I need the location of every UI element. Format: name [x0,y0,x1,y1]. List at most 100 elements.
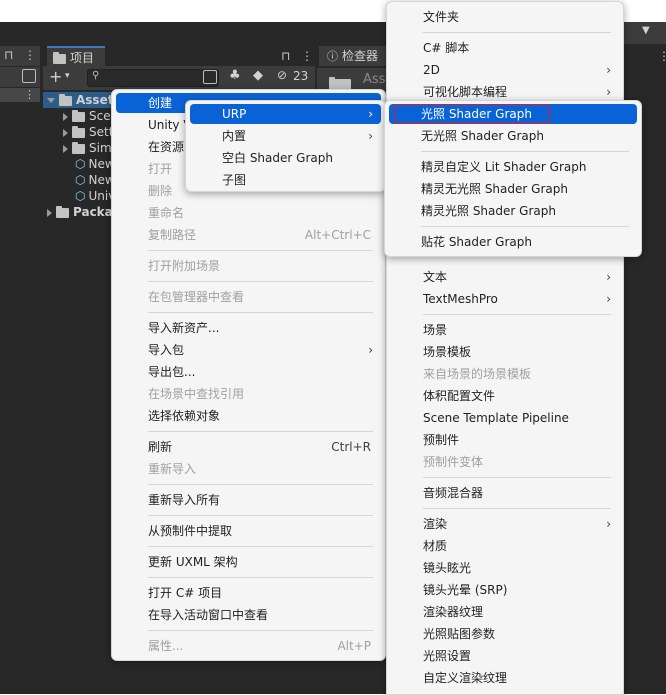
menu-item-label: 复制路径 [148,228,197,242]
menu-separator [421,226,629,227]
menu-item-import-new-asset[interactable]: 导入新资产... [116,318,381,338]
menu-item-properties[interactable]: 属性... Alt+P [116,636,381,656]
menu-item-scene-template-from-scene[interactable]: 来自场景的场景模板 [391,364,619,384]
menu-item-label: 镜头眩光 [423,561,472,575]
menu-item-label: 刷新 [148,440,173,454]
chevron-down-icon: ▼ [642,25,650,36]
menu-item-custom-render-texture[interactable]: 自定义渲染纹理 [391,668,619,688]
tree-item-packages[interactable]: Packa [47,204,113,220]
tab-inspector[interactable]: ⓘ 检查器 [319,46,389,66]
menu-item-prefab-variant[interactable]: 预制件变体 [391,452,619,472]
menu-item-label: 精灵自定义 Lit Shader Graph [421,160,587,174]
menu-item-open-csharp-project[interactable]: 打开 C# 项目 [116,583,381,603]
search-by-type-icon[interactable] [203,70,217,84]
menu-separator [148,281,373,282]
menu-item-label: 重新导入所有 [148,493,221,507]
left-panel-tab-bar: ⊓ ⋮ [0,46,40,66]
menu-item-label: 场景 [423,323,448,337]
menu-item-import-package[interactable]: 导入包 › [116,340,381,360]
expand-arrow-icon[interactable] [47,208,52,217]
menu-item-copy-path[interactable]: 复制路径 Alt+Ctrl+C [116,225,381,245]
menu-item-text[interactable]: 文本 › [391,267,619,287]
menu-item-reimport[interactable]: 重新导入 [116,459,381,479]
menu-item-lens-flare[interactable]: 镜头眩光 [391,558,619,578]
project-toolbar: + ▾ ⚲ ♣ ◆ ⊘ 23 [43,66,315,90]
asset-cube-icon: ⬡ [75,189,86,203]
menu-item-audio-mixer[interactable]: 音频混合器 [391,483,619,503]
menu-item-update-uxml-schema[interactable]: 更新 UXML 架构 [116,552,381,572]
expand-arrow-icon[interactable] [63,144,68,153]
lock-icon[interactable]: ⊓ [4,48,13,62]
chevron-down-icon[interactable]: ▾ [65,71,70,81]
asset-cube-icon: ⬡ [75,173,86,187]
menu-item-export-package[interactable]: 导出包... [116,362,381,382]
menu-item-folder[interactable]: 文件夹 [391,7,619,27]
menu-item-builtin[interactable]: 内置 › [190,126,381,146]
label-icon[interactable]: ◆ [253,68,263,83]
menu-item-rename[interactable]: 重命名 [116,203,381,223]
add-icon[interactable]: + [49,67,62,86]
tree-item-universal[interactable]: ⬡ Univ [75,188,115,204]
menu-item-refresh[interactable]: 刷新 Ctrl+R [116,437,381,457]
search-input[interactable]: ⚲ [87,69,219,87]
menu-item-2d[interactable]: 2D › [391,60,619,80]
folder-icon [53,51,66,64]
expand-arrow-icon[interactable] [63,112,68,121]
menu-item-find-references[interactable]: 在场景中查找引用 [116,384,381,404]
menu-item-label: 在包管理器中查看 [148,290,245,304]
menu-item-decal-shader-graph[interactable]: 贴花 Shader Graph [389,232,637,252]
menu-item-reimport-all[interactable]: 重新导入所有 [116,490,381,510]
tree-item-scenes[interactable]: Scen [63,108,118,124]
menu-item-prefab[interactable]: 预制件 [391,430,619,450]
menu-item-label: 在场景中查找引用 [148,387,245,401]
menu-item-sprite-custom-lit-shader-graph[interactable]: 精灵自定义 Lit Shader Graph [389,157,637,177]
menu-item-lighting-settings[interactable]: 光照设置 [391,646,619,666]
more-options-icon[interactable]: ⋮ [24,88,35,101]
menu-item-scene-template[interactable]: 场景模板 [391,342,619,362]
menu-separator [423,477,611,478]
menu-item-urp[interactable]: URP › [190,104,381,124]
menu-item-textmeshpro[interactable]: TextMeshPro › [391,289,619,309]
expand-arrow-icon[interactable] [47,98,55,103]
menu-item-label: 音频混合器 [423,486,484,500]
menu-item-render-texture[interactable]: 渲染器纹理 [391,602,619,622]
menu-item-sprite-unlit-shader-graph[interactable]: 精灵无光照 Shader Graph [389,179,637,199]
menu-item-label: 导出包... [148,365,196,379]
menu-item-volume-profile[interactable]: 体积配置文件 [391,386,619,406]
menu-item-subgraph[interactable]: 子图 [190,170,381,190]
menu-item-lit-shader-graph[interactable]: 光照 Shader Graph [389,104,637,124]
shortcut-text: Alt+P [337,639,371,653]
more-options-icon[interactable]: ⋮ [24,48,36,62]
more-options-icon[interactable]: ⋮ [301,49,313,63]
menu-item-view-in-package-manager[interactable]: 在包管理器中查看 [116,287,381,307]
menu-item-select-dependencies[interactable]: 选择依赖对象 [116,406,381,426]
tab-project[interactable]: 项目 [47,46,105,68]
menu-item-view-in-import-activity[interactable]: 在导入活动窗口中查看 [116,605,381,625]
menu-item-lens-flare-srp[interactable]: 镜头光晕 (SRP) [391,580,619,600]
menu-item-material[interactable]: 材质 [391,536,619,556]
menu-item-label: 内置 [222,129,247,143]
menu-item-sprite-lit-shader-graph[interactable]: 精灵光照 Shader Graph [389,201,637,221]
tree-item-settings[interactable]: Setti [63,124,117,140]
menu-item-csharp-script[interactable]: C# 脚本 [391,38,619,58]
expand-arrow-icon[interactable] [63,128,68,137]
more-options-icon[interactable]: ⋮ [658,49,666,63]
menu-item-scene[interactable]: 场景 [391,320,619,340]
menu-item-unlit-shader-graph[interactable]: 无光照 Shader Graph [389,126,637,146]
menu-item-extract-from-prefab[interactable]: 从预制件中提取 [116,521,381,541]
filter-type-icon[interactable]: ♣ [229,68,241,83]
menu-item-lightmap-parameters[interactable]: 光照贴图参数 [391,624,619,644]
menu-item-open-additive-scene[interactable]: 打开附加场景 [116,256,381,276]
menu-item-rendering[interactable]: 渲染 › [391,514,619,534]
lock-icon[interactable]: ⊓ [281,49,290,63]
layout-dropdown[interactable]: ▼ [622,22,666,44]
menu-item-label: 2D [423,63,440,77]
menu-item-label: 从预制件中提取 [148,524,233,538]
menu-item-blank-shader-graph[interactable]: 空白 Shader Graph [190,148,381,168]
hidden-eye-icon[interactable]: ⊘ [277,68,287,82]
tree-item-new-2[interactable]: ⬡ New [75,172,115,188]
menu-item-visual-scripting[interactable]: 可视化脚本编程 › [391,82,619,102]
tree-item-new-1[interactable]: ⬡ New [75,156,115,172]
view-toggle-icon[interactable] [22,69,36,83]
menu-item-scene-template-pipeline[interactable]: Scene Template Pipeline [391,408,619,428]
